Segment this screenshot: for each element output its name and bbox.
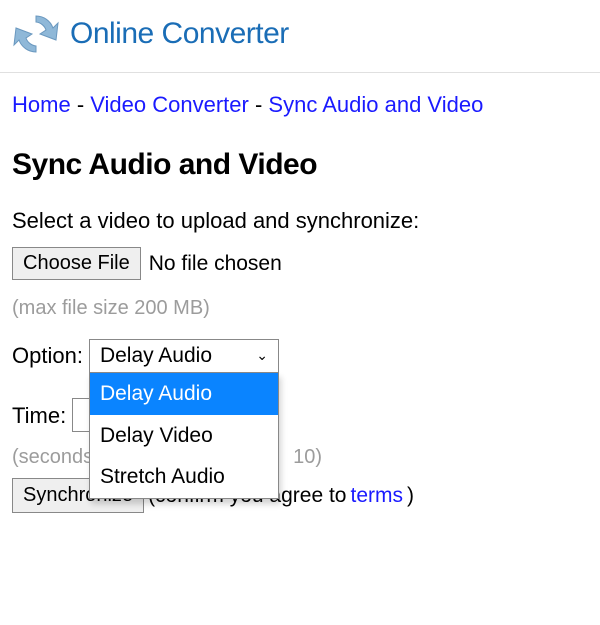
- site-header: Online Converter: [0, 0, 600, 73]
- chevron-down-icon: ⌄: [256, 344, 268, 368]
- option-item-delay-audio[interactable]: Delay Audio: [90, 373, 278, 415]
- option-select[interactable]: Delay Audio ⌄: [89, 339, 279, 373]
- upload-instruction: Select a video to upload and synchronize…: [12, 198, 588, 239]
- refresh-arrows-icon: [12, 10, 60, 58]
- file-size-hint: (max file size 200 MB): [12, 291, 588, 325]
- breadcrumb-home-link[interactable]: Home: [12, 92, 71, 117]
- breadcrumb: Home - Video Converter - Sync Audio and …: [0, 73, 600, 122]
- breadcrumb-current-link[interactable]: Sync Audio and Video: [268, 92, 483, 117]
- page-title: Sync Audio and Video: [0, 122, 600, 198]
- option-label: Option:: [12, 337, 83, 374]
- option-dropdown: Delay Audio Delay Video Stretch Audio: [89, 372, 279, 499]
- option-item-delay-video[interactable]: Delay Video: [90, 415, 278, 457]
- breadcrumb-separator: -: [255, 92, 262, 117]
- time-hint-right: 10): [293, 440, 322, 474]
- time-label: Time:: [12, 397, 66, 434]
- breadcrumb-video-converter-link[interactable]: Video Converter: [90, 92, 249, 117]
- time-hint-left: (seconds: [12, 440, 93, 474]
- terms-link[interactable]: terms: [351, 478, 404, 514]
- option-selected-value: Delay Audio: [100, 338, 212, 374]
- option-item-stretch-audio[interactable]: Stretch Audio: [90, 456, 278, 498]
- breadcrumb-separator: -: [77, 92, 84, 117]
- choose-file-button[interactable]: Choose File: [12, 247, 141, 280]
- confirm-text-suffix: ): [407, 478, 414, 514]
- file-status-text: No file chosen: [149, 246, 282, 282]
- site-title[interactable]: Online Converter: [70, 17, 289, 51]
